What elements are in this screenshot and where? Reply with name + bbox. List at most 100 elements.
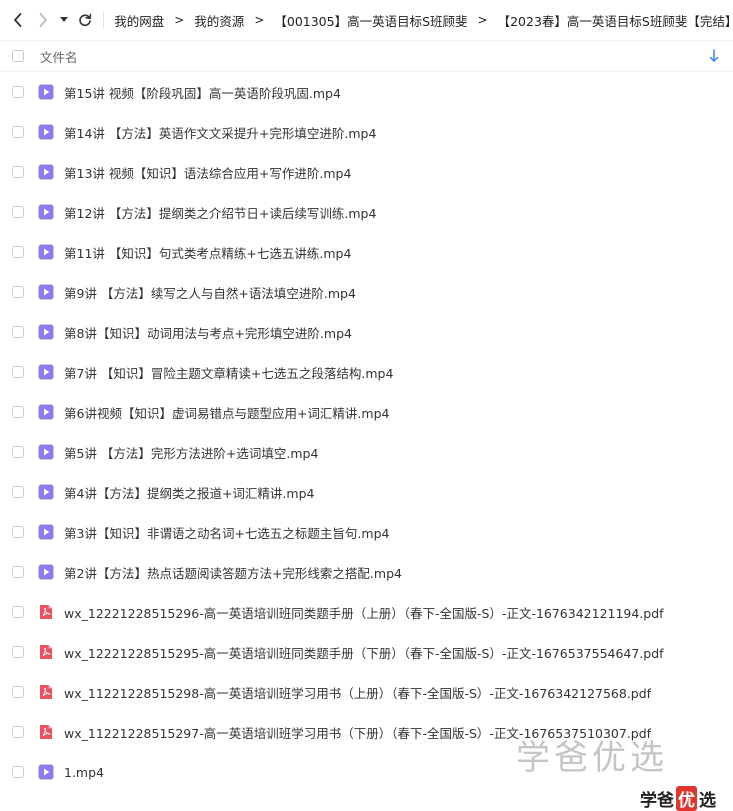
refresh-icon xyxy=(79,13,92,27)
file-select-checkbox[interactable] xyxy=(12,566,24,578)
file-row[interactable]: 第2讲【方法】热点话题阅读答题方法+完形线索之搭配.mp4 xyxy=(0,552,733,592)
brand-logo: 学爸优选 xyxy=(640,786,716,811)
file-name[interactable]: 第13讲 视频【知识】语法综合应用+写作进阶.mp4 xyxy=(64,163,351,182)
file-name[interactable]: wx_12221228515296-高一英语培训班同类题手册（上册）（春下-全国… xyxy=(64,603,664,622)
breadcrumb-separator: > xyxy=(174,13,185,27)
column-header-filename[interactable]: 文件名 xyxy=(40,47,78,66)
file-select-checkbox[interactable] xyxy=(12,286,24,298)
file-name[interactable]: wx_12221228515295-高一英语培训班同类题手册（下册）（春下-全国… xyxy=(64,643,664,662)
video-file-icon xyxy=(38,204,54,220)
video-file-icon xyxy=(38,524,54,540)
logo-text-part1: 学爸 xyxy=(640,791,674,811)
breadcrumb-separator: > xyxy=(254,13,265,27)
file-row[interactable]: wx_12221228515296-高一英语培训班同类题手册（上册）（春下-全国… xyxy=(0,592,733,632)
file-row[interactable]: 第9讲 【方法】续写之人与自然+语法填空进阶.mp4 xyxy=(0,272,733,312)
video-file-icon xyxy=(38,764,54,780)
file-select-checkbox[interactable] xyxy=(12,606,24,618)
pdf-file-icon xyxy=(40,605,52,619)
file-name[interactable]: 第4讲【方法】提纲类之报道+词汇精讲.mp4 xyxy=(64,483,314,502)
forward-button[interactable] xyxy=(31,0,56,40)
top-navigation-bar: 我的网盘 > 我的资源 > 【001305】高一英语目标S班顾斐 > 【2023… xyxy=(0,0,733,40)
file-select-checkbox[interactable] xyxy=(12,166,24,178)
file-list-header: 文件名 xyxy=(0,40,733,72)
file-row[interactable]: 第12讲 【方法】提纲类之介绍节日+读后续写训练.mp4 xyxy=(0,192,733,232)
breadcrumb-item-my-drive[interactable]: 我的网盘 xyxy=(112,11,166,30)
file-row[interactable]: 第13讲 视频【知识】语法综合应用+写作进阶.mp4 xyxy=(0,152,733,192)
select-all-checkbox[interactable] xyxy=(12,50,24,62)
file-select-checkbox[interactable] xyxy=(12,766,24,778)
breadcrumb-item-course-folder[interactable]: 【001305】高一英语目标S班顾斐 xyxy=(272,11,469,30)
file-name[interactable]: 第5讲 【方法】完形方法进阶+选词填空.mp4 xyxy=(64,443,318,462)
video-file-icon xyxy=(38,564,54,580)
file-row[interactable]: 第14讲 【方法】英语作文文采提升+完形填空进阶.mp4 xyxy=(0,112,733,152)
pdf-file-icon xyxy=(38,604,54,620)
file-name[interactable]: 第6讲视频【知识】虚词易错点与题型应用+词汇精讲.mp4 xyxy=(64,403,389,422)
watermark: 学爸优选 xyxy=(516,738,668,778)
video-file-icon xyxy=(38,764,54,780)
file-row[interactable]: 第15讲 视频【阶段巩固】高一英语阶段巩固.mp4 xyxy=(0,72,733,112)
file-row[interactable]: 第6讲视频【知识】虚词易错点与题型应用+词汇精讲.mp4 xyxy=(0,392,733,432)
file-select-checkbox[interactable] xyxy=(12,126,24,138)
breadcrumb-item-current-folder[interactable]: 【2023春】高一英语目标S班顾斐【完结】 xyxy=(496,11,733,30)
video-file-icon xyxy=(38,484,54,500)
file-row[interactable]: 第4讲【方法】提纲类之报道+词汇精讲.mp4 xyxy=(0,472,733,512)
pdf-file-icon xyxy=(40,645,52,659)
file-row[interactable]: 第11讲 【知识】句式类考点精练+七选五讲练.mp4 xyxy=(0,232,733,272)
file-select-checkbox[interactable] xyxy=(12,726,24,738)
file-select-checkbox[interactable] xyxy=(12,446,24,458)
video-file-icon xyxy=(38,324,54,340)
file-name[interactable]: 第12讲 【方法】提纲类之介绍节日+读后续写训练.mp4 xyxy=(64,203,376,222)
video-file-icon xyxy=(38,324,54,340)
refresh-button[interactable] xyxy=(73,0,98,40)
file-select-checkbox[interactable] xyxy=(12,366,24,378)
video-file-icon xyxy=(38,484,54,500)
video-file-icon xyxy=(38,84,54,100)
file-name[interactable]: 第8讲【知识】动词用法与考点+完形填空进阶.mp4 xyxy=(64,323,352,342)
file-select-checkbox[interactable] xyxy=(12,326,24,338)
file-name[interactable]: 第2讲【方法】热点话题阅读答题方法+完形线索之搭配.mp4 xyxy=(64,563,402,582)
file-select-checkbox[interactable] xyxy=(12,646,24,658)
file-row[interactable]: 第5讲 【方法】完形方法进阶+选词填空.mp4 xyxy=(0,432,733,472)
file-row[interactable]: wx_12221228515295-高一英语培训班同类题手册（下册）（春下-全国… xyxy=(0,632,733,672)
file-select-checkbox[interactable] xyxy=(12,486,24,498)
pdf-file-icon xyxy=(38,644,54,660)
file-row[interactable]: 第8讲【知识】动词用法与考点+完形填空进阶.mp4 xyxy=(0,312,733,352)
file-name[interactable]: 第11讲 【知识】句式类考点精练+七选五讲练.mp4 xyxy=(64,243,351,262)
file-select-checkbox[interactable] xyxy=(12,206,24,218)
toolbar-divider xyxy=(103,11,105,29)
back-button[interactable] xyxy=(6,0,31,40)
file-select-checkbox[interactable] xyxy=(12,406,24,418)
history-dropdown-button[interactable] xyxy=(55,0,72,40)
file-row[interactable]: 第7讲 【知识】冒险主题文章精读+七选五之段落结构.mp4 xyxy=(0,352,733,392)
forward-arrow-icon xyxy=(39,13,47,27)
video-file-icon xyxy=(38,364,54,380)
video-file-icon xyxy=(38,244,54,260)
video-file-icon xyxy=(38,524,54,540)
video-file-icon xyxy=(38,364,54,380)
video-file-icon xyxy=(38,444,54,460)
file-name[interactable]: 第3讲【知识】非谓语之动名词+七选五之标题主旨句.mp4 xyxy=(64,523,389,542)
file-name[interactable]: 1.mp4 xyxy=(64,765,104,780)
file-row[interactable]: wx_11221228515298-高一英语培训班学习用书（上册）（春下-全国版… xyxy=(0,672,733,712)
file-name[interactable]: 第14讲 【方法】英语作文文采提升+完形填空进阶.mp4 xyxy=(64,123,376,142)
file-name[interactable]: 第7讲 【知识】冒险主题文章精读+七选五之段落结构.mp4 xyxy=(64,363,393,382)
file-select-checkbox[interactable] xyxy=(12,86,24,98)
pdf-file-icon xyxy=(40,685,52,699)
pdf-file-icon xyxy=(38,684,54,700)
pdf-file-icon xyxy=(40,725,52,739)
sort-descending-icon[interactable] xyxy=(709,49,719,63)
file-name[interactable]: 第9讲 【方法】续写之人与自然+语法填空进阶.mp4 xyxy=(64,283,356,302)
file-row[interactable]: 第3讲【知识】非谓语之动名词+七选五之标题主旨句.mp4 xyxy=(0,512,733,552)
file-select-checkbox[interactable] xyxy=(12,686,24,698)
file-select-checkbox[interactable] xyxy=(12,246,24,258)
video-file-icon xyxy=(38,124,54,140)
video-file-icon xyxy=(38,284,54,300)
breadcrumb-separator: > xyxy=(477,13,488,27)
video-file-icon xyxy=(38,444,54,460)
file-name[interactable]: 第15讲 视频【阶段巩固】高一英语阶段巩固.mp4 xyxy=(64,83,341,102)
file-select-checkbox[interactable] xyxy=(12,526,24,538)
breadcrumb-item-my-resources[interactable]: 我的资源 xyxy=(192,11,246,30)
breadcrumb: 我的网盘 > 我的资源 > 【001305】高一英语目标S班顾斐 > 【2023… xyxy=(112,11,733,30)
back-arrow-icon xyxy=(14,13,22,27)
file-name[interactable]: wx_11221228515298-高一英语培训班学习用书（上册）（春下-全国版… xyxy=(64,683,651,702)
